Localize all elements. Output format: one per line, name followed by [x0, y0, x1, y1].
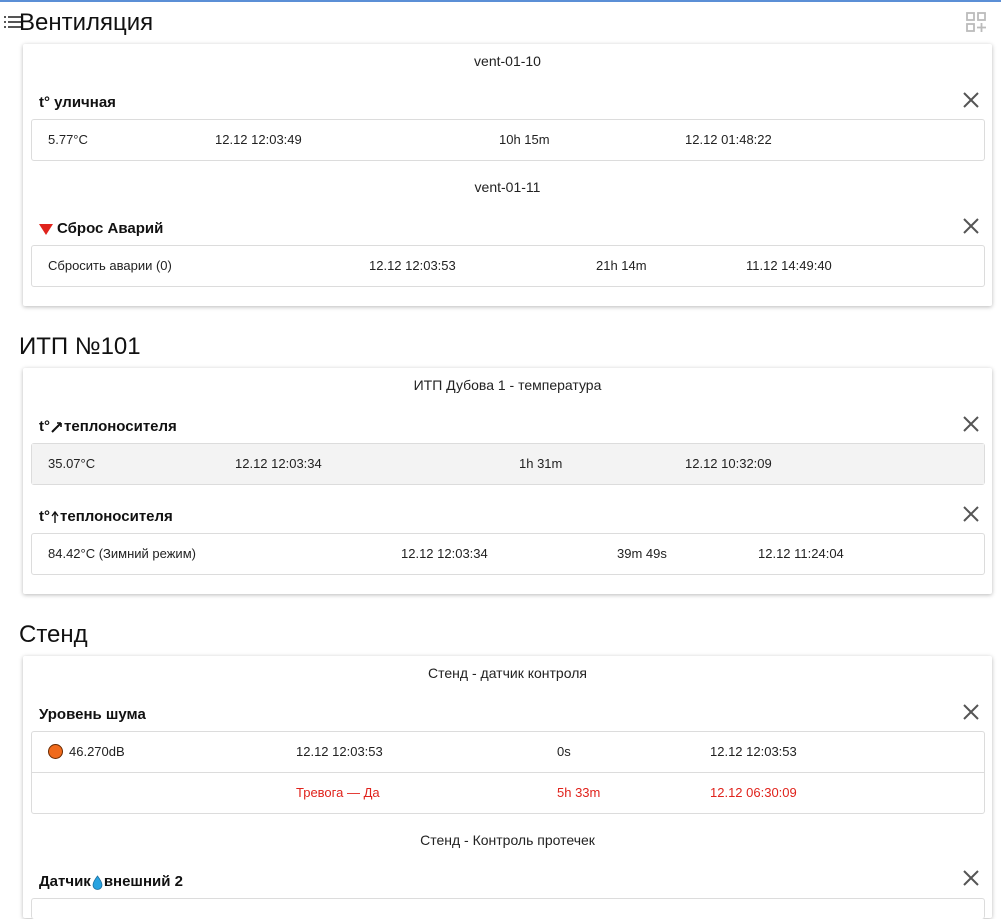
section-title-itp: ИТП №101 [19, 333, 141, 360]
up-arrow-icon [51, 510, 59, 523]
timestamp: 12.12 12:03:34 [401, 546, 488, 561]
add-widget-icon[interactable] [966, 12, 986, 32]
param-values: 46.270dB 12.12 12:03:53 0s 12.12 12:03:5… [31, 731, 985, 814]
param-title-suffix: теплоносителя [64, 418, 177, 435]
timestamp: 12.12 12:03:49 [215, 132, 302, 147]
value: Сбросить аварии (0) [48, 258, 172, 273]
value: 35.07°C [48, 456, 96, 471]
device-name: vent-01-11 [474, 179, 541, 195]
since: 12.12 11:24:04 [758, 546, 844, 561]
value-row[interactable]: 46.270dB 12.12 12:03:53 0s 12.12 12:03:5… [32, 732, 984, 772]
param-title: Датчик внешний 2 [39, 873, 183, 891]
status-dot-icon [48, 744, 63, 759]
red-down-triangle-icon [39, 223, 53, 235]
device-card: vent-01-10 t° уличная 5.77°C 12.12 12:03… [23, 44, 992, 306]
close-icon[interactable] [961, 702, 981, 722]
since: 12.12 12:03:53 [710, 744, 797, 759]
device-card: Стенд - датчик контроля Уровень шума 46.… [23, 656, 992, 919]
param-title-text: t° уличная [39, 94, 116, 111]
device-name: ИТП Дубова 1 - температура [413, 377, 602, 393]
param-title-prefix: t° [39, 418, 50, 435]
param-title-prefix: Датчик [39, 873, 91, 890]
section-title-ventilation: Вентиляция [19, 9, 154, 36]
value: 46.270dB [48, 744, 125, 760]
timestamp: 12.12 12:03:34 [235, 456, 322, 471]
param-values: 5.77°C 12.12 12:03:49 10h 15m 12.12 01:4… [31, 119, 985, 161]
value-row[interactable]: 84.42°C (Зимний режим) 12.12 12:03:34 39… [32, 534, 984, 574]
device-name: Стенд - Контроль протечек [420, 832, 595, 848]
param-values: Сбросить аварии (0) 12.12 12:03:53 21h 1… [31, 245, 985, 287]
close-icon[interactable] [961, 414, 981, 434]
param-title-text: Уровень шума [39, 706, 146, 723]
timestamp: 12.12 12:03:53 [369, 258, 456, 273]
since: 12.12 01:48:22 [685, 132, 772, 147]
value-row[interactable]: 5.77°C 12.12 12:03:49 10h 15m 12.12 01:4… [32, 120, 984, 160]
param-title: t° уличная [39, 94, 116, 112]
param-title: Уровень шума [39, 706, 146, 724]
close-icon[interactable] [961, 868, 981, 888]
top-accent-line [0, 0, 1001, 2]
close-icon[interactable] [961, 90, 981, 110]
param-title-suffix: теплоносителя [60, 508, 173, 525]
value-row[interactable]: Сбросить аварии (0) 12.12 12:03:53 21h 1… [32, 246, 984, 286]
close-icon[interactable] [961, 504, 981, 524]
since: 12.12 10:32:09 [685, 456, 772, 471]
duration: 1h 31m [519, 456, 563, 471]
duration: 39m 49s [617, 546, 667, 561]
close-icon[interactable] [961, 216, 981, 236]
param-title: t° теплоносителя [39, 508, 173, 526]
param-values: 35.07°C 12.12 12:03:34 1h 31m 12.12 10:3… [31, 443, 985, 485]
device-name: vent-01-10 [474, 53, 541, 69]
value: 5.77°C [48, 132, 88, 147]
alarm-status: Тревога — Да [296, 785, 380, 800]
device-card: ИТП Дубова 1 - температура t° теплоносит… [23, 368, 992, 594]
device-name: Стенд - датчик контроля [428, 665, 587, 681]
check-arrow-icon [51, 422, 62, 433]
since: 11.12 14:49:40 [746, 258, 832, 273]
duration: 5h 33m [557, 785, 601, 800]
param-values: 84.42°C (Зимний режим) 12.12 12:03:34 39… [31, 533, 985, 575]
param-title: Сброс Аварий [39, 220, 163, 238]
param-values [31, 898, 985, 919]
section-title-stand: Стенд [19, 621, 88, 648]
duration: 10h 15m [499, 132, 550, 147]
alarm-row[interactable]: Тревога — Да 5h 33m 12.12 06:30:09 [32, 772, 984, 813]
param-title-prefix: t° [39, 508, 50, 525]
param-title-text: Сброс Аварий [57, 220, 164, 237]
since: 12.12 06:30:09 [710, 785, 797, 800]
value: 84.42°C (Зимний режим) [48, 546, 196, 561]
param-title: t° теплоносителя [39, 418, 177, 436]
duration: 0s [557, 744, 571, 759]
duration: 21h 14m [596, 258, 647, 273]
param-title-suffix: внешний 2 [103, 873, 183, 890]
water-drop-icon [92, 874, 103, 890]
value-row[interactable]: 35.07°C 12.12 12:03:34 1h 31m 12.12 10:3… [32, 444, 984, 484]
timestamp: 12.12 12:03:53 [296, 744, 383, 759]
value-text: 46.270dB [69, 744, 125, 759]
